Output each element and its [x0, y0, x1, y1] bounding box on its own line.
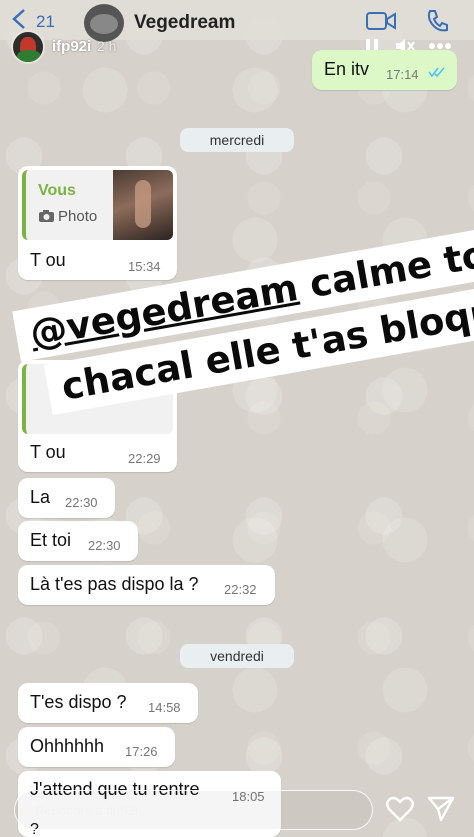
message-text: En itv: [324, 59, 370, 79]
contact-avatar[interactable]: [84, 4, 124, 42]
camera-icon: [39, 210, 54, 222]
message-time: 22:29: [128, 451, 161, 466]
quote-author: Vous: [38, 182, 76, 199]
chat-header: 21 Vegedream: [0, 0, 474, 42]
more-options-icon[interactable]: [429, 42, 451, 50]
message-text: Et toi: [30, 530, 72, 550]
quoted-message[interactable]: Vous Photo: [22, 170, 173, 240]
message-text: Ohhhhhh: [30, 736, 105, 756]
message-time: 22:30: [65, 495, 98, 510]
message-text: La: [30, 487, 51, 507]
quote-type: Photo: [58, 208, 98, 225]
story-username[interactable]: ifp92i: [52, 38, 91, 55]
contact-name[interactable]: Vegedream: [134, 12, 235, 34]
incoming-message[interactable]: Ohhhhhh 17:26: [18, 727, 175, 767]
video-call-icon[interactable]: [366, 11, 396, 31]
date-separator: vendredi: [180, 644, 294, 668]
message-time: 14:58: [148, 700, 181, 715]
story-user-avatar[interactable]: [11, 30, 45, 64]
date-separator: mercredi: [180, 128, 294, 152]
incoming-message[interactable]: Là t'es pas dispo la ? 22:32: [18, 565, 275, 605]
message-time: 22:32: [224, 582, 257, 597]
unread-count[interactable]: 21: [36, 12, 55, 32]
heart-icon[interactable]: [386, 796, 414, 822]
incoming-message[interactable]: La 22:30: [18, 478, 115, 518]
message-time: 17:14: [386, 67, 419, 82]
message-time: 22:30: [88, 538, 121, 553]
story-reply-input[interactable]: [14, 790, 373, 830]
incoming-message[interactable]: T'es dispo ? 14:58: [18, 683, 198, 723]
back-arrow-icon[interactable]: [10, 8, 30, 30]
story-time-ago: 2 h: [97, 38, 117, 54]
photo-thumbnail: [113, 170, 173, 240]
incoming-message[interactable]: Et toi 22:30: [18, 521, 138, 561]
phone-call-icon[interactable]: [426, 9, 448, 33]
message-text: Là t'es pas dispo la ?: [30, 574, 199, 594]
message-time: 17:26: [125, 744, 158, 759]
message-text: T'es dispo ?: [30, 692, 127, 712]
read-ticks-icon: [428, 67, 445, 77]
send-icon[interactable]: [427, 796, 455, 822]
outgoing-message[interactable]: En itv 17:14: [312, 50, 457, 90]
